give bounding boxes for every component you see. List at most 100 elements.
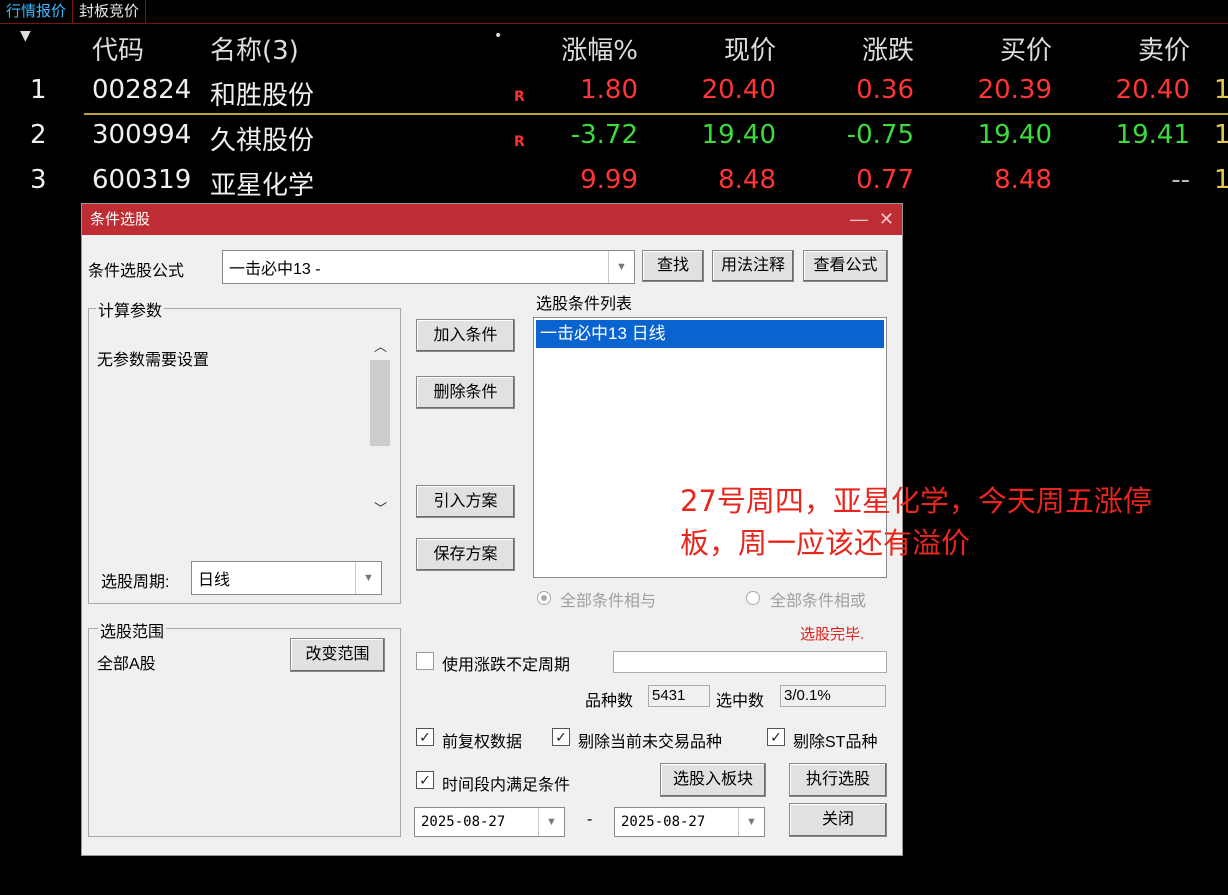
row-flag-badge: R [514, 89, 525, 105]
row-price: 20.40 [701, 75, 776, 105]
date-separator: - [587, 811, 593, 828]
dialog-title: 条件选股 [90, 211, 151, 228]
params-text: 无参数需要设置 [97, 352, 210, 369]
period-value: 日线 [198, 572, 231, 589]
annotation-line: 27号周四，亚星化学，今天周五涨停 [680, 484, 1152, 518]
selected-row-divider [84, 113, 1228, 115]
forward-adjust-label: 前复权数据 [442, 734, 523, 751]
formula-label: 条件选股公式 [88, 263, 185, 280]
tab-quotes[interactable]: 行情报价 [0, 0, 74, 23]
add-to-block-button[interactable]: 选股入板块 [660, 763, 766, 797]
row-pct: 1.80 [580, 75, 638, 105]
row-index: 1 [30, 75, 47, 105]
sort-arrow-icon[interactable]: ▼ [20, 28, 31, 44]
add-condition-button[interactable]: 加入条件 [416, 319, 515, 352]
date-from-picker[interactable]: 2025-08-27 ▼ [414, 807, 565, 837]
find-button[interactable]: 查找 [642, 250, 704, 282]
row-extra: 1 [1214, 165, 1228, 195]
period-label: 选股周期: [101, 574, 170, 591]
scroll-down-icon[interactable]: ﹀ [374, 498, 387, 517]
count-label: 品种数 [585, 693, 634, 710]
header-dot-icon: • [494, 28, 503, 44]
tab-limit-auction[interactable]: 封板竞价 [73, 0, 147, 23]
row-bid: 20.39 [977, 75, 1052, 105]
forward-adjust-checkbox[interactable]: ✓ [416, 728, 434, 746]
date-to-value: 2025-08-27 [621, 814, 706, 830]
status-text: 选股完毕. [800, 626, 865, 643]
row-bid: 19.40 [977, 120, 1052, 150]
row-pct: -3.72 [570, 120, 638, 150]
table-row[interactable]: 3 600319 亚星化学 9.99 8.48 0.77 8.48 -- 1 [0, 159, 1228, 204]
exclude-st-checkbox[interactable]: ✓ [767, 728, 785, 746]
table-header: ▼ 代码 名称(3) • 涨幅% 现价 涨跌 买价 卖价 [0, 24, 1228, 69]
row-flag-badge: R [514, 134, 525, 150]
top-tab-bar: 行情报价 封板竞价 [0, 0, 1228, 24]
row-name: 久祺股份 [210, 126, 315, 156]
radio-or[interactable] [746, 591, 760, 605]
scroll-up-icon[interactable]: ︿ [374, 336, 387, 355]
row-index: 2 [30, 120, 47, 150]
formula-select[interactable]: 一击必中13 - ▼ [222, 250, 635, 284]
row-ask: 20.40 [1115, 75, 1190, 105]
radio-or-label: 全部条件相或 [770, 593, 867, 610]
time-range-label: 时间段内满足条件 [442, 777, 571, 794]
range-group-label: 选股范围 [98, 618, 167, 642]
time-range-checkbox[interactable]: ✓ [416, 771, 434, 789]
header-pct[interactable]: 涨幅% [561, 30, 638, 67]
row-bid: 8.48 [994, 165, 1052, 195]
table-row[interactable]: 1 002824 和胜股份 R 1.80 20.40 0.36 20.39 20… [0, 69, 1228, 114]
condition-list-label: 选股条件列表 [536, 296, 633, 313]
row-code: 002824 [92, 75, 192, 105]
row-change: 0.77 [856, 165, 914, 195]
view-formula-button[interactable]: 查看公式 [803, 250, 888, 282]
delete-condition-button[interactable]: 删除条件 [416, 376, 515, 409]
date-to-picker[interactable]: 2025-08-27 ▼ [614, 807, 765, 837]
radio-and-label: 全部条件相与 [560, 593, 657, 610]
selected-count-label: 选中数 [716, 693, 765, 710]
row-index: 3 [30, 165, 47, 195]
exclude-untraded-checkbox[interactable]: ✓ [552, 728, 570, 746]
row-extra: 1 [1214, 75, 1228, 105]
row-price: 19.40 [701, 120, 776, 150]
chevron-down-icon[interactable]: ▼ [355, 562, 381, 594]
header-bid[interactable]: 买价 [1000, 30, 1052, 67]
row-change: -0.75 [846, 120, 914, 150]
variable-period-input[interactable] [613, 651, 887, 673]
range-value: 全部A股 [97, 656, 156, 673]
list-item[interactable]: 一击必中13 日线 [536, 320, 884, 348]
chevron-down-icon[interactable]: ▼ [738, 808, 764, 836]
row-change: 0.36 [856, 75, 914, 105]
table-row[interactable]: 2 300994 久祺股份 R -3.72 19.40 -0.75 19.40 … [0, 114, 1228, 159]
header-change[interactable]: 涨跌 [862, 30, 914, 67]
header-name[interactable]: 名称(3) [210, 30, 299, 67]
selected-count-value: 3/0.1% [780, 685, 886, 707]
row-name: 亚星化学 [210, 171, 315, 201]
header-price[interactable]: 现价 [724, 30, 776, 67]
radio-and[interactable] [537, 591, 551, 605]
usage-notes-button[interactable]: 用法注释 [712, 250, 794, 282]
close-button[interactable]: 关闭 [789, 803, 887, 837]
period-select[interactable]: 日线 ▼ [191, 561, 382, 595]
header-code[interactable]: 代码 [92, 30, 144, 67]
variable-period-checkbox[interactable] [416, 652, 434, 670]
date-from-value: 2025-08-27 [421, 814, 506, 830]
row-ask: -- [1171, 165, 1190, 195]
row-code: 600319 [92, 165, 192, 195]
change-range-button[interactable]: 改变范围 [290, 638, 385, 672]
import-plan-button[interactable]: 引入方案 [416, 485, 515, 518]
execute-screen-button[interactable]: 执行选股 [789, 763, 887, 797]
dialog-title-bar[interactable]: 条件选股 — ✕ [82, 204, 902, 235]
chevron-down-icon[interactable]: ▼ [608, 251, 634, 283]
header-ask[interactable]: 卖价 [1138, 30, 1190, 67]
row-extra: 1 [1214, 120, 1228, 150]
scroll-thumb[interactable] [370, 360, 390, 446]
params-group-label: 计算参数 [96, 297, 165, 321]
minimize-icon[interactable]: — [850, 204, 868, 235]
close-icon[interactable]: ✕ [879, 204, 894, 235]
row-ask: 19.41 [1115, 120, 1190, 150]
save-plan-button[interactable]: 保存方案 [416, 538, 515, 571]
chevron-down-icon[interactable]: ▼ [538, 808, 564, 836]
row-price: 8.48 [718, 165, 776, 195]
count-value: 5431 [648, 685, 710, 707]
params-scrollbar[interactable]: ︿ ﹀ [369, 334, 391, 520]
